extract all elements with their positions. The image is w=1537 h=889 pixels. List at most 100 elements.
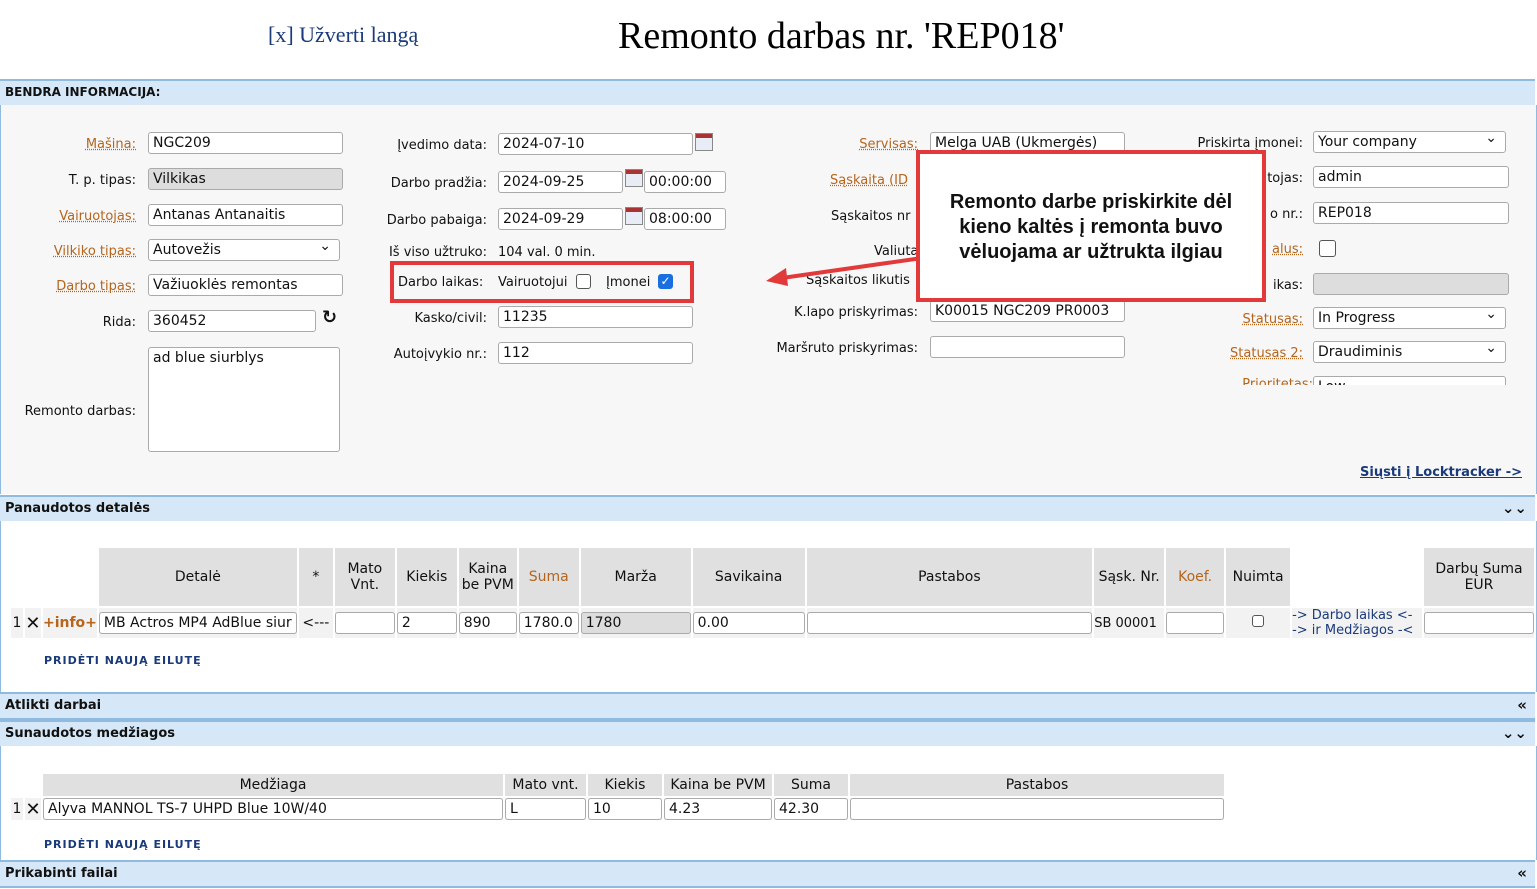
ivedimo-data-input[interactable]: 2024-07-10 <box>498 133 693 155</box>
servisas-label[interactable]: Servisas: <box>859 137 918 152</box>
general-info-panel: Mašina: NGC209 T. p. tipas: Vilkikas Vai… <box>0 105 1537 494</box>
column-header: Marža <box>580 548 691 606</box>
kasko-input[interactable]: 11235 <box>498 306 693 328</box>
savikaina-input[interactable]: 0.00 <box>692 612 805 634</box>
darbo-pradzia-time[interactable]: 00:00:00 <box>644 171 726 193</box>
column-header: Kiekis <box>396 548 457 606</box>
marsruto-input[interactable] <box>930 336 1125 358</box>
mato-input[interactable] <box>334 612 395 634</box>
locktracker-link[interactable]: Siųsti į Locktracker -> <box>1360 465 1522 480</box>
masina-input[interactable]: NGC209 <box>148 132 343 154</box>
prioritetas-label[interactable]: Prioritetas: <box>1242 377 1313 385</box>
arrow-link[interactable]: <--- <box>299 608 333 638</box>
callout-line: kieno kaltės į remonta buvo <box>959 216 1223 238</box>
darbo-pabaiga-date[interactable]: 2024-09-29 <box>498 208 623 230</box>
vilkiko-tipas-label[interactable]: Vilkiko tipas: <box>54 244 136 259</box>
column-header: Suma <box>518 548 579 606</box>
prioritetas-row: Prioritetas: Low <box>1201 375 1521 385</box>
kaina-input[interactable]: 890 <box>458 612 517 634</box>
vairuotojas-label[interactable]: Vairuotojas: <box>59 209 136 224</box>
works-section-header[interactable]: Atlikti darbai « <box>0 692 1535 720</box>
calendar-icon[interactable] <box>625 207 643 225</box>
detale-input[interactable]: MB Actros MP4 AdBlue siur <box>98 612 297 634</box>
section-title: Prikabinti failai <box>5 866 118 881</box>
masina-label[interactable]: Mašina: <box>86 137 136 152</box>
suma-input[interactable]: 1780.0 <box>518 612 579 634</box>
sask-nr-value: SB 00001 <box>1094 615 1157 631</box>
koef-input[interactable] <box>1166 612 1225 634</box>
info-link[interactable]: +info+ <box>43 608 97 638</box>
medziagos-link[interactable]: -> ir Medžiagos -< <box>1292 623 1422 638</box>
expand-icon[interactable]: « <box>1517 864 1527 882</box>
calendar-icon[interactable] <box>625 169 643 187</box>
close-window-link[interactable]: [x] Užverti langą <box>268 22 418 48</box>
darbo-pradzia-date[interactable]: 2024-09-25 <box>498 171 623 193</box>
darbo-tipas-label[interactable]: Darbo tipas: <box>56 279 136 294</box>
table-row: 1 ✕ Alyva MANNOL TS-7 UHPD Blue 10W/40 L… <box>11 798 1224 820</box>
callout-line: vėluojama ar užtrukta ilgiau <box>959 241 1223 263</box>
statusas-select[interactable]: In Progress <box>1313 307 1506 329</box>
collapse-icon[interactable]: ⌄⌄ <box>1502 499 1527 517</box>
medziaga-input[interactable]: Alyva MANNOL TS-7 UHPD Blue 10W/40 <box>43 798 503 820</box>
mato-input[interactable]: L <box>505 798 586 820</box>
refresh-icon[interactable]: ↻ <box>322 307 337 328</box>
saskaita-label[interactable]: Sąskaita (ID <box>830 173 908 188</box>
darbo-pradzia-label: Darbo pradžia: <box>390 176 487 191</box>
statusas2-select[interactable]: Draudiminis <box>1313 341 1506 363</box>
vairuotojui-checkbox[interactable] <box>576 274 591 289</box>
pastabos-input[interactable] <box>806 612 1093 634</box>
parts-section-header[interactable]: Panaudotos detalės ⌄⌄ <box>0 495 1535 523</box>
materials-section-header[interactable]: Sunaudotos medžiagos ⌄⌄ <box>0 720 1535 748</box>
general-info-header: BENDRA INFORMACIJA: <box>0 79 1535 107</box>
files-section-header[interactable]: Prikabinti failai « <box>0 860 1535 888</box>
priskirta-select[interactable]: Your company <box>1313 131 1506 153</box>
nr-input[interactable]: REP018 <box>1313 202 1509 224</box>
add-row-button[interactable]: PRIDĖTI NAUJĄ EILUTĘ <box>44 654 202 667</box>
column-header: Mato vnt. <box>505 774 586 796</box>
column-header: Medžiaga <box>43 774 503 796</box>
expand-icon[interactable]: « <box>1517 696 1527 714</box>
ivedimo-data-label: Įvedimo data: <box>397 138 487 153</box>
calendar-icon[interactable] <box>695 133 713 151</box>
darbo-laikas-label: Darbo laikas: <box>398 275 484 290</box>
suma-input[interactable]: 42.30 <box>774 798 848 820</box>
delete-row-icon[interactable]: ✕ <box>25 798 41 820</box>
nuimta-checkbox[interactable] <box>1252 615 1265 627</box>
autoivykio-input[interactable]: 112 <box>498 342 693 364</box>
darbu-suma-input[interactable] <box>1423 612 1534 634</box>
klapo-label: K.lapo priskyrimas: <box>793 305 918 320</box>
delete-row-icon[interactable]: ✕ <box>25 608 41 638</box>
column-header: Savikaina <box>692 548 805 606</box>
add-row-button[interactable]: PRIDĖTI NAUJĄ EILUTĘ <box>44 838 202 851</box>
kaina-input[interactable]: 4.23 <box>664 798 772 820</box>
remonto-darbas-textarea[interactable]: ad blue siurblys <box>148 347 340 452</box>
statusas2-label[interactable]: Statusas 2: <box>1230 346 1303 361</box>
prioritetas-select[interactable]: Low <box>1313 376 1506 385</box>
vairuotojas-input[interactable]: Antanas Antanaitis <box>148 204 343 226</box>
statusas-label[interactable]: Statusas: <box>1242 312 1303 327</box>
parts-table: Detalė * Mato Vnt. Kiekis Kaina be PVM S… <box>9 546 1536 640</box>
atsakingas-input[interactable]: admin <box>1313 166 1509 188</box>
rida-label: Rida: <box>102 315 136 330</box>
kiekis-input[interactable]: 10 <box>588 798 662 820</box>
section-title: Atlikti darbai <box>5 698 102 713</box>
alus-checkbox[interactable] <box>1319 240 1336 257</box>
rida-input[interactable]: 360452 <box>148 310 316 332</box>
darbo-pabaiga-time[interactable]: 08:00:00 <box>644 208 726 230</box>
imonei-checkbox[interactable]: ✓ <box>658 274 673 289</box>
section-title: Panaudotos detalės <box>5 501 150 516</box>
klapo-input[interactable]: K00015 NGC209 PR0003 <box>930 300 1125 322</box>
column-header: Kaina be PVM <box>664 774 772 796</box>
collapse-icon[interactable]: ⌄⌄ <box>1502 724 1527 742</box>
alus-label[interactable]: alus: <box>1272 242 1303 257</box>
pastabos-input[interactable] <box>850 798 1224 820</box>
vilkiko-tipas-select[interactable]: Autovežis <box>148 239 340 261</box>
darbo-tipas-input[interactable]: Važiuoklės remontas <box>148 274 343 296</box>
ikas-field <box>1313 273 1509 295</box>
column-header: Mato Vnt. <box>334 548 395 606</box>
kiekis-input[interactable]: 2 <box>396 612 457 634</box>
row-number: 1 <box>12 615 22 631</box>
darbo-laikas-link[interactable]: -> Darbo laikas <- <box>1292 608 1422 623</box>
darbo-pabaiga-label: Darbo pabaiga: <box>386 213 487 228</box>
parts-panel: Detalė * Mato Vnt. Kiekis Kaina be PVM S… <box>0 521 1537 692</box>
